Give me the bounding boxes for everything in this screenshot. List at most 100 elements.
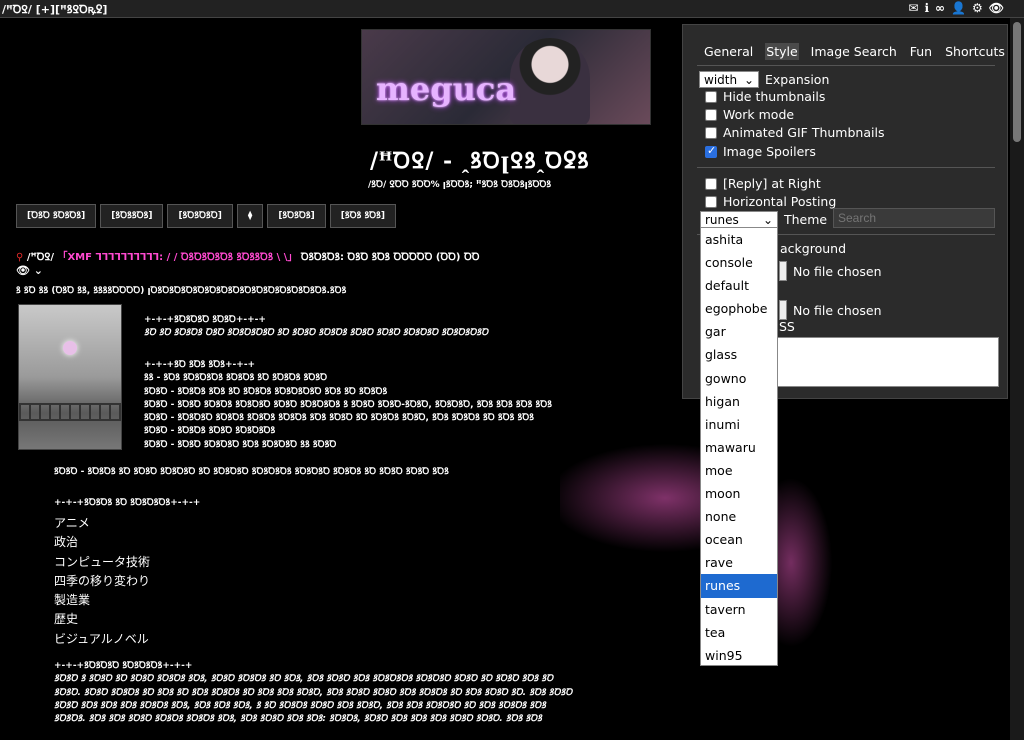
post-thumbnail[interactable] bbox=[18, 304, 122, 450]
chevron-down-icon: ⌄ bbox=[743, 72, 754, 87]
post-line: +-+-+ꝸꝹ ꝸꝹꝸ ꝸꝹꝸ+-+-+ bbox=[144, 360, 256, 370]
post-line: ꝸꝹꝸꝹ - ꝸꝹꝸꝹꝸ ꝸꝹ ꝸꝹꝸꝹ ꝸꝹꝸꝹꝸꝹ ꝸꝹ ꝸꝹꝸꝹꝸꝹ ꝸꝹ… bbox=[54, 467, 449, 477]
theme-option-mawaru[interactable]: mawaru bbox=[701, 436, 777, 459]
pin-icon: ⚲ bbox=[16, 252, 24, 263]
theme-dropdown-list[interactable]: ashita console default egophobe gar glass gown… bbox=[700, 227, 778, 666]
topic-item: 歴史 bbox=[54, 612, 79, 627]
file-row-1: No file chosen bbox=[779, 261, 882, 281]
expansion-label: Expansion bbox=[765, 72, 830, 87]
theme-search-input[interactable] bbox=[833, 208, 995, 228]
topic-item: アニメ bbox=[54, 516, 90, 530]
info-icon[interactable]: ℹ bbox=[924, 1, 929, 15]
theme-option-tea[interactable]: tea bbox=[701, 621, 777, 644]
post-block-2: +-+-+ꝸꝹ ꝸꝹꝸ ꝸꝹꝸ+-+-+ ꝸꝸ - ꝸꝹꝸ ꝸꝹꝸꝹꝸꝹꝸ ꝸꝹ… bbox=[144, 359, 552, 452]
choose-file-button[interactable] bbox=[779, 300, 787, 320]
tab-general[interactable]: General bbox=[703, 43, 754, 60]
post-line: ꝸꝹꝸꝹ - ꝸꝹꝸꝹꝸ ꝸꝹꝸ ꝸꝹ ꝸꝹꝸꝹꝸ ꝸꝹꝸꝹꝸꝹꝸꝹ ꝸꝹꝸ ꝸ… bbox=[144, 386, 388, 397]
infinity-icon[interactable]: ∞ bbox=[935, 1, 945, 15]
theme-option-inumi[interactable]: inumi bbox=[701, 413, 777, 436]
topic-item: 製造業 bbox=[54, 593, 91, 608]
css-label: SS bbox=[779, 319, 795, 334]
animated-gif-row: Animated GIF Thumbnails bbox=[705, 125, 884, 140]
theme-option-gowno[interactable]: gowno bbox=[701, 367, 777, 390]
nav-button-5[interactable]: [ꝸꝹꝸꝹꝸ] bbox=[267, 204, 326, 228]
theme-option-none[interactable]: none bbox=[701, 505, 777, 528]
theme-option-console[interactable]: console bbox=[701, 251, 777, 274]
eye-icon[interactable]: 👁 bbox=[989, 1, 1004, 15]
file-info[interactable]: ꝸ ꝸꝹ ꝸꝸ (ꝹꝸꝹ ꝸꝸ, ꝸꝸꝸꝸꝹꝹꝹꝹ) ꞁꝹꝸꝹꝸꝹꝸꝹꝸꝹꝸꝹꝸ… bbox=[16, 283, 346, 296]
image-spoilers-label: Image Spoilers bbox=[723, 144, 816, 159]
theme-option-default[interactable]: default bbox=[701, 274, 777, 297]
thread-subject: 「XMF ꞀꞀꞀꞀꞀꞀꞀꞀꞀꞀ: / / ꝹꝸꝹꝸꝹꝸꝹꝸ ꝸꝹꝸꝸꝹꝸ \ \… bbox=[57, 252, 298, 263]
theme-option-runes[interactable]: runes bbox=[701, 574, 777, 598]
topic-item: ビジュアルノベル bbox=[54, 631, 149, 646]
scrollbar-thumb[interactable] bbox=[1013, 22, 1021, 142]
theme-option-rave[interactable]: rave bbox=[701, 551, 777, 574]
theme-option-ocean[interactable]: ocean bbox=[701, 528, 777, 551]
theme-option-egophobe[interactable]: egophobe bbox=[701, 297, 777, 320]
theme-option-gar[interactable]: gar bbox=[701, 320, 777, 343]
nav-button-2[interactable]: [ꝸꝹꝸꝸꝹꝸ] bbox=[100, 204, 164, 228]
theme-option-moe[interactable]: moe bbox=[701, 459, 777, 482]
thread-controls[interactable]: 👁 ⌄ bbox=[16, 264, 43, 277]
nav-button-6[interactable]: [ꝸꝹꝸ ꝸꝹꝸ] bbox=[329, 204, 397, 228]
thumbnail-figure bbox=[63, 341, 77, 355]
custom-css-textarea[interactable] bbox=[775, 337, 999, 387]
reply-right-label: [Reply] at Right bbox=[723, 176, 821, 191]
expansion-select[interactable]: width ⌄ bbox=[699, 71, 759, 88]
thread-board[interactable]: /ꟸꝹꝾ/ bbox=[27, 252, 54, 263]
expansion-row: width ⌄ Expansion bbox=[699, 71, 829, 88]
post-block-1: +-+-+ꝸꝹꝸꝹꝸꝹ ꝸꝹꝸꝹ+-+-+ ꝸꝹ ꝸꝹ ꝸꝹꝸꝹꝸ ꝹꝸꝹ ꝸꝹ… bbox=[144, 314, 488, 341]
thumbnail-railing bbox=[19, 403, 121, 421]
theme-row: runes ⌄ Theme bbox=[700, 211, 827, 228]
topic-item: コンピュータ技術 bbox=[54, 554, 151, 569]
choose-file-button[interactable] bbox=[779, 261, 787, 281]
reply-right-row: [Reply] at Right bbox=[705, 176, 821, 191]
background-row: ackground bbox=[780, 241, 846, 256]
tab-image-search[interactable]: Image Search bbox=[810, 43, 898, 60]
theme-option-glass[interactable]: glass bbox=[701, 343, 777, 366]
nav-button-3[interactable]: [ꝸꝹꝸꝹꝸꝹ] bbox=[167, 204, 233, 228]
thread-header: ⚲ /ꟸꝹꝾ/ 「XMF ꞀꞀꞀꞀꞀꞀꞀꞀꞀꞀ: / / ꝹꝸꝹꝸꝹꝸꝹꝸ ꝸꝹ… bbox=[16, 248, 480, 277]
hide-thumbnails-row: Hide thumbnails bbox=[705, 89, 825, 104]
board-banner[interactable]: meguca bbox=[361, 29, 651, 125]
nav-button-1[interactable]: [ꝹꝸꝹ ꝸꝹꝸꝹꝸ] bbox=[16, 204, 97, 228]
chevron-down-icon: ⌄ bbox=[762, 212, 773, 227]
file-status: No file chosen bbox=[793, 263, 882, 279]
gear-icon[interactable]: ⚙ bbox=[972, 1, 983, 15]
horizontal-checkbox[interactable] bbox=[705, 195, 717, 208]
reply-right-checkbox[interactable] bbox=[705, 177, 717, 190]
post-line: +-+-+ꝸꝹꝸꝹꝸ ꝸꝹ ꝸꝹꝸꝹꝸꝹꝸ+-+-+ bbox=[54, 498, 201, 508]
tab-fun[interactable]: Fun bbox=[909, 43, 933, 60]
tab-style[interactable]: Style bbox=[765, 43, 799, 60]
nav-button-4[interactable]: ⧫ bbox=[236, 204, 264, 228]
post-line: +-+-+ꝸꝹꝸꝹꝸꝹ ꝸꝹꝸꝹꝸꝹꝸ+-+-+ bbox=[54, 661, 193, 671]
background-label: ackground bbox=[780, 241, 846, 256]
page-scrollbar[interactable] bbox=[1010, 18, 1024, 740]
page-subtitle: /ꝸꝹ/ ꝾꝹꝹ ꝸꝹꝹ% ꞁꝸꝹꝹꝸ; ꟸꝸꝹꝸ ꝹꝸꝹꝸꞁꝸꝹꝹꝸ bbox=[368, 180, 552, 190]
post-line: ꝸꝹꝸꝹ. ꝸꝹꝸꝹ ꝸꝹꝸꝹꝸ ꝸꝹ ꝸꝹꝸ ꝸꝹ ꝸꝹꝸ ꝸꝹꝸꝹꝸ ꝸꝹ … bbox=[54, 687, 573, 698]
post-line: +-+-+ꝸꝹꝸꝹꝸꝹ ꝸꝹꝸꝹ+-+-+ bbox=[144, 315, 266, 325]
post-block-3-head: +-+-+ꝸꝹꝸꝹꝸ ꝸꝹ ꝸꝹꝸꝹꝸꝹꝸ+-+-+ bbox=[54, 497, 200, 510]
tab-shortcuts[interactable]: Shortcuts bbox=[944, 43, 1006, 60]
hide-thumbnails-checkbox[interactable] bbox=[705, 90, 717, 103]
image-spoilers-checkbox[interactable] bbox=[705, 144, 717, 158]
theme-option-moon[interactable]: moon bbox=[701, 482, 777, 505]
options-tabs: General Style Image Search Fun Shortcuts bbox=[703, 43, 1006, 60]
user-icon[interactable]: 👤 bbox=[951, 1, 966, 15]
theme-option-tavern[interactable]: tavern bbox=[701, 598, 777, 621]
theme-option-higan[interactable]: higan bbox=[701, 390, 777, 413]
css-row: SS bbox=[779, 319, 795, 334]
mail-icon[interactable]: ✉ bbox=[908, 1, 918, 15]
board-nav-links[interactable]: /ꟸꝹꝾ/ [+][ꟸꝸꝾꝹꝶꝿ] bbox=[2, 2, 107, 17]
theme-option-win95[interactable]: win95 bbox=[701, 644, 777, 667]
banner-logo: meguca bbox=[376, 70, 517, 108]
work-mode-checkbox[interactable] bbox=[705, 108, 717, 121]
animated-gif-checkbox[interactable] bbox=[705, 126, 717, 139]
post-line: ꝸꝹꝸꝹ - ꝸꝹꝸꝹ ꝸꝹꝸꝹꝸꝹ ꝸꝹꝸ ꝸꝹꝸꝹꝸꝹ ꝸꝸ ꝸꝹꝸꝹ bbox=[144, 439, 337, 450]
top-bar: /ꟸꝹꝾ/ [+][ꟸꝸꝾꝹꝶꝿ] ✉ ℹ ∞ 👤 ⚙ 👁 bbox=[0, 0, 1024, 18]
thread-meta: ꝹꝸꝹꝸꝹꝸ: ꝹꝸꝹ ꝸꝹꝸ ꝹꝹꝹꝹꝹ (ꝹꝹ) ꝹꝹ bbox=[300, 252, 480, 263]
theme-option-ashita[interactable]: ashita bbox=[701, 228, 777, 251]
post-line: ꝸꝹꝸꝹ ꝸꝹꝸ ꝸꝹꝸ ꝸꝹꝸ ꝸꝹꝸꝹꝸ ꝸꝹꝸ, ꝸꝹꝸ ꝸꝹꝸ ꝸꝹꝸ,… bbox=[54, 700, 546, 711]
theme-select[interactable]: runes ⌄ bbox=[700, 211, 778, 228]
